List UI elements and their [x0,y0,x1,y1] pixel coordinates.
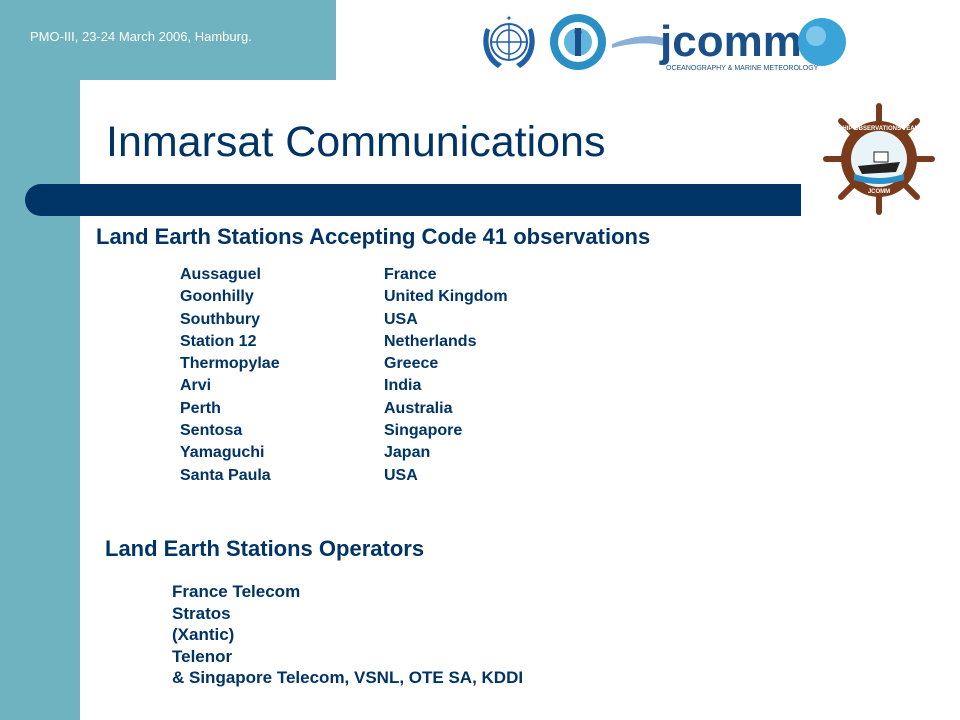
svg-text:OCEANOGRAPHY & MARINE METEOROL: OCEANOGRAPHY & MARINE METEOROLOGY [666,65,819,72]
operators-heading: Land Earth Stations Operators [105,536,425,561]
wmo-logo: ✦ [483,14,535,68]
station-name: Southbury [180,310,260,328]
station-country: India [384,377,422,395]
left-sidebar-band [0,0,80,720]
station-country: United Kingdom [384,288,508,306]
station-name: Thermopylae [180,355,280,373]
jcomm-logo: jcomm OCEANOGRAPHY & MARINE METEOROLOGY [612,17,846,72]
operator-item: & Singapore Telecom, VSNL, OTE SA, KDDI [172,668,524,687]
ioc-logo [550,14,606,70]
stations-heading: Land Earth Stations Accepting Code 41 ob… [96,224,651,249]
station-country: USA [384,466,418,484]
station-name: Arvi [180,377,212,395]
ship-observations-team-logo: SHIP OBSERVATIONS TEAM JCOMM [823,103,935,215]
station-country: Australia [384,399,453,417]
title-underline-bar [25,184,801,216]
operator-item: France Telecom [172,582,301,601]
operator-item: Stratos [172,603,231,623]
station-country: Singapore [384,422,463,440]
operators-list: France Telecom Stratos (Xantic) Telenor … [172,582,523,690]
station-country: Netherlands [384,332,477,350]
operator-item: (Xantic) [172,625,235,644]
svg-text:JCOMM: JCOMM [868,189,890,195]
header-text: PMO-III, 23-24 March 2006, Hamburg. [30,29,252,44]
station-name: Yamaguchi [180,444,265,462]
station-country: Greece [384,355,439,373]
station-name: Santa Paula [180,466,271,484]
station-country: France [384,266,437,283]
station-name: Station 12 [180,332,257,350]
station-name: Perth [180,399,221,417]
station-country: USA [384,310,418,328]
station-name: Sentosa [180,422,243,440]
station-name: Goonhilly [180,288,254,306]
svg-text:SHIP OBSERVATIONS TEAM: SHIP OBSERVATIONS TEAM [838,126,919,132]
station-name: Aussaguel [180,266,261,283]
page-title: Inmarsat Communications [106,118,606,166]
station-country: Japan [384,444,431,462]
svg-text:jcomm: jcomm [659,17,802,66]
svg-text:✦: ✦ [506,14,513,23]
operator-item: Telenor [172,646,233,666]
